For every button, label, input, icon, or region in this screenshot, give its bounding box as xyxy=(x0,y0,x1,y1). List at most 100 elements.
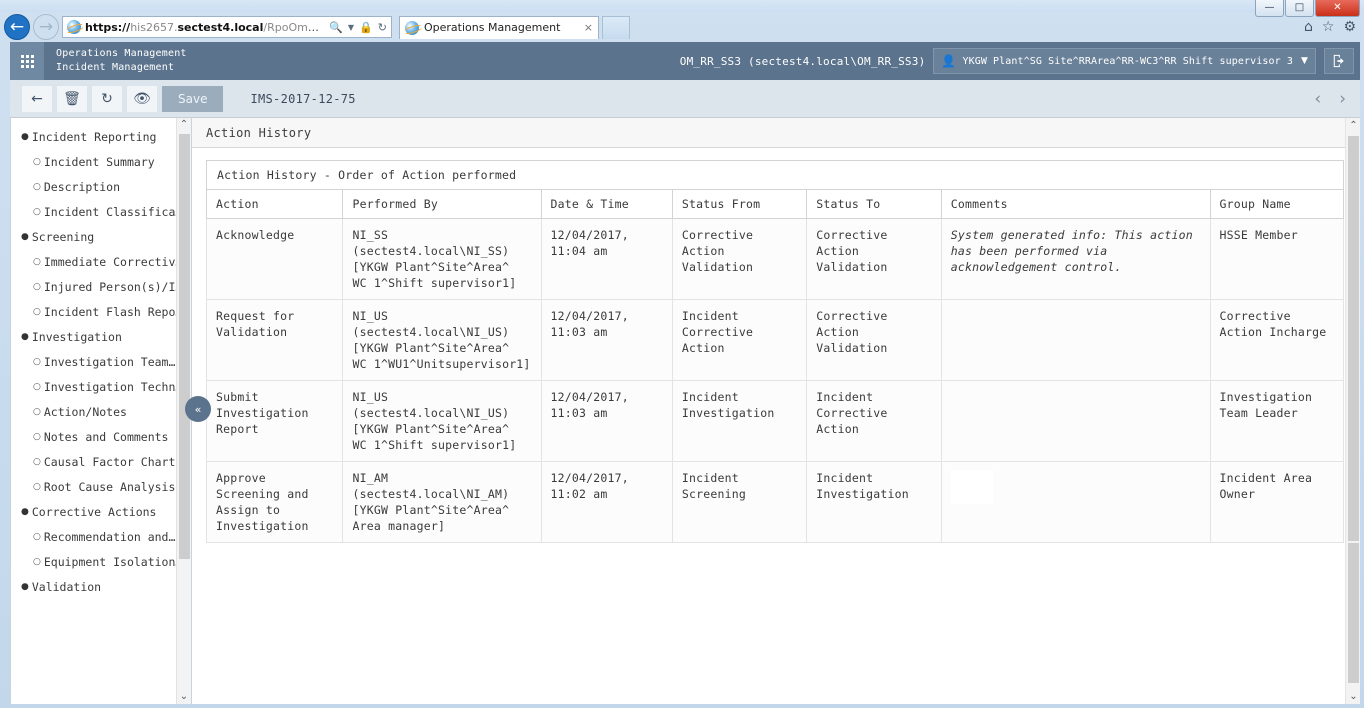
search-icon[interactable]: 🔍 xyxy=(329,21,343,34)
sidebar-item-label: Recommendation and… xyxy=(44,530,176,544)
hollow-bullet-icon: ○ xyxy=(33,305,41,319)
minimize-button[interactable]: — xyxy=(1255,0,1284,17)
content-scroll-thumb[interactable] xyxy=(1348,136,1359,541)
status-from-cell: Incident Screening xyxy=(672,462,806,543)
content-panel: Action History Action History - Order of… xyxy=(192,118,1360,704)
logout-icon xyxy=(1332,54,1346,68)
sidebar-item-injured-person-s-i[interactable]: ○Injured Person(s)/I… xyxy=(11,274,191,299)
sidebar-item-investigation-techn[interactable]: ○Investigation Techn… xyxy=(11,374,191,399)
app-title-block: Operations Management Incident Managemen… xyxy=(44,42,187,80)
gear-icon[interactable]: ⚙ xyxy=(1343,19,1356,35)
sidebar-item-causal-factor-chart[interactable]: ○Causal Factor Chart xyxy=(11,449,191,474)
hollow-bullet-icon: ○ xyxy=(33,430,41,444)
performed-by-cell: NI_AM (sectest4.local\NI_AM) [YKGW Plant… xyxy=(343,462,541,543)
column-header-status-from[interactable]: Status From xyxy=(672,190,806,219)
sidebar-item-equipment-isolation[interactable]: ○Equipment Isolation… xyxy=(11,549,191,574)
sidebar-collapse-button[interactable]: « xyxy=(185,396,211,422)
browser-navigation-bar: ← → https://his2657.sectest4.local/RpoOm… xyxy=(0,12,1364,42)
content-scrollbar[interactable]: ⌃ ⌄ xyxy=(1345,118,1360,704)
chevron-down-icon: ▼ xyxy=(1301,56,1308,66)
browser-forward-icon[interactable]: → xyxy=(33,14,59,40)
lock-icon: 🔒 xyxy=(359,21,373,34)
scroll-up-icon[interactable]: ⌃ xyxy=(180,118,188,132)
column-header-comments[interactable]: Comments xyxy=(941,190,1210,219)
sidebar-item-label: Validation xyxy=(32,580,101,594)
refresh-icon[interactable]: ↻ xyxy=(378,21,387,34)
status-from-cell: Corrective Action Validation xyxy=(672,219,806,300)
sidebar-item-label: Incident Reporting xyxy=(32,130,157,144)
column-header-status-to[interactable]: Status To xyxy=(807,190,941,219)
column-header-date-time[interactable]: Date & Time xyxy=(541,190,672,219)
filled-bullet-icon: ● xyxy=(21,330,29,344)
date-time-cell: 12/04/2017, 11:02 am xyxy=(541,462,672,543)
window-titlebar: — □ ✕ xyxy=(0,0,1364,12)
close-button[interactable]: ✕ xyxy=(1315,0,1360,17)
sidebar-item-action-notes[interactable]: ○Action/Notes xyxy=(11,399,191,424)
sidebar-item-corrective-actions[interactable]: ●Corrective Actions xyxy=(11,499,191,524)
refresh-button[interactable]: ↻ xyxy=(92,86,122,112)
view-button[interactable]: 👁 xyxy=(127,86,157,112)
delete-button[interactable]: 🗑 xyxy=(57,86,87,112)
scroll-down-icon[interactable]: ⌄ xyxy=(180,690,188,704)
status-from-cell: Incident Corrective Action xyxy=(672,300,806,381)
next-record-icon[interactable]: › xyxy=(1339,89,1346,109)
content-scroll-up-icon[interactable]: ⌃ xyxy=(1346,118,1360,133)
table-row[interactable]: Request for ValidationNI_US (sectest4.lo… xyxy=(207,300,1344,381)
sidebar-item-investigation[interactable]: ●Investigation xyxy=(11,324,191,349)
logout-button[interactable] xyxy=(1324,48,1354,74)
save-button[interactable]: Save xyxy=(162,86,223,112)
sidebar-item-root-cause-analysis[interactable]: ○Root Cause Analysis xyxy=(11,474,191,499)
sidebar-item-notes-and-comments[interactable]: ○Notes and Comments xyxy=(11,424,191,449)
sidebar-item-investigation-team[interactable]: ○Investigation Team… xyxy=(11,349,191,374)
home-icon[interactable]: ⌂ xyxy=(1304,19,1313,35)
user-role-dropdown[interactable]: 👤 YKGW Plant^SG Site^RRArea^RR-WC3^RR Sh… xyxy=(933,48,1316,74)
sidebar-item-label: Root Cause Analysis xyxy=(44,480,176,494)
browser-back-icon[interactable]: ← xyxy=(4,14,30,40)
chevron-down-icon[interactable]: ▼ xyxy=(348,23,354,32)
hollow-bullet-icon: ○ xyxy=(33,555,41,569)
address-bar[interactable]: https://his2657.sectest4.local/RpoOmWebA… xyxy=(62,16,392,38)
browser-tab[interactable]: Operations Management × xyxy=(399,16,599,39)
sidebar-item-recommendation-and[interactable]: ○Recommendation and… xyxy=(11,524,191,549)
user-role-label: YKGW Plant^SG Site^RRArea^RR-WC3^RR Shif… xyxy=(962,56,1293,67)
maximize-button[interactable]: □ xyxy=(1285,0,1314,17)
sidebar-item-label: Screening xyxy=(32,230,94,244)
hollow-bullet-icon: ○ xyxy=(33,455,41,469)
sidebar-item-label: Description xyxy=(44,180,120,194)
sidebar-item-incident-reporting[interactable]: ●Incident Reporting xyxy=(11,124,191,149)
table-row[interactable]: Submit Investigation ReportNI_US (sectes… xyxy=(207,381,1344,462)
record-id-label: IMS-2017-12-75 xyxy=(250,92,355,106)
content-scroll-down-icon[interactable]: ⌄ xyxy=(1346,689,1360,704)
column-header-group-name[interactable]: Group Name xyxy=(1210,190,1343,219)
previous-record-icon[interactable]: ‹ xyxy=(1314,89,1321,109)
sidebar-scroll-thumb[interactable] xyxy=(179,134,190,559)
sidebar-item-incident-flash-repo[interactable]: ○Incident Flash Repo… xyxy=(11,299,191,324)
account-label: OM_RR_SS3 (sectest4.local\OM_RR_SS3) xyxy=(680,55,926,68)
sidebar-item-immediate-correctiv[interactable]: ○Immediate Correctiv… xyxy=(11,249,191,274)
table-row[interactable]: Approve Screening and Assign to Investig… xyxy=(207,462,1344,543)
app-body: ●Incident Reporting○Incident Summary○Des… xyxy=(10,118,1360,704)
table-row[interactable]: AcknowledgeNI_SS (sectest4.local\NI_SS) … xyxy=(207,219,1344,300)
back-button[interactable]: ← xyxy=(22,86,52,112)
hollow-bullet-icon: ○ xyxy=(33,180,41,194)
sidebar-navigation: ●Incident Reporting○Incident Summary○Des… xyxy=(11,118,192,704)
status-to-cell: Incident Investigation xyxy=(807,462,941,543)
column-header-performed-by[interactable]: Performed By xyxy=(343,190,541,219)
sidebar-item-description[interactable]: ○Description xyxy=(11,174,191,199)
star-icon[interactable]: ☆ xyxy=(1322,19,1335,35)
new-tab-button[interactable] xyxy=(602,16,630,39)
hollow-bullet-icon: ○ xyxy=(33,480,41,494)
browser-tab-label: Operations Management xyxy=(424,21,579,34)
filled-bullet-icon: ● xyxy=(21,230,29,244)
sidebar-item-validation[interactable]: ●Validation xyxy=(11,574,191,599)
content-scroll-thumb-lower[interactable] xyxy=(1348,543,1359,683)
sidebar-item-label: Investigation Team… xyxy=(44,355,176,369)
sidebar-item-screening[interactable]: ●Screening xyxy=(11,224,191,249)
sidebar-item-incident-classifica[interactable]: ○Incident Classifica… xyxy=(11,199,191,224)
app-grid-icon[interactable] xyxy=(10,42,44,80)
sidebar-item-incident-summary[interactable]: ○Incident Summary xyxy=(11,149,191,174)
window-controls: — □ ✕ xyxy=(1255,0,1360,17)
column-header-action[interactable]: Action xyxy=(207,190,343,219)
tab-close-icon[interactable]: × xyxy=(584,21,593,34)
app-header: Operations Management Incident Managemen… xyxy=(10,42,1360,80)
